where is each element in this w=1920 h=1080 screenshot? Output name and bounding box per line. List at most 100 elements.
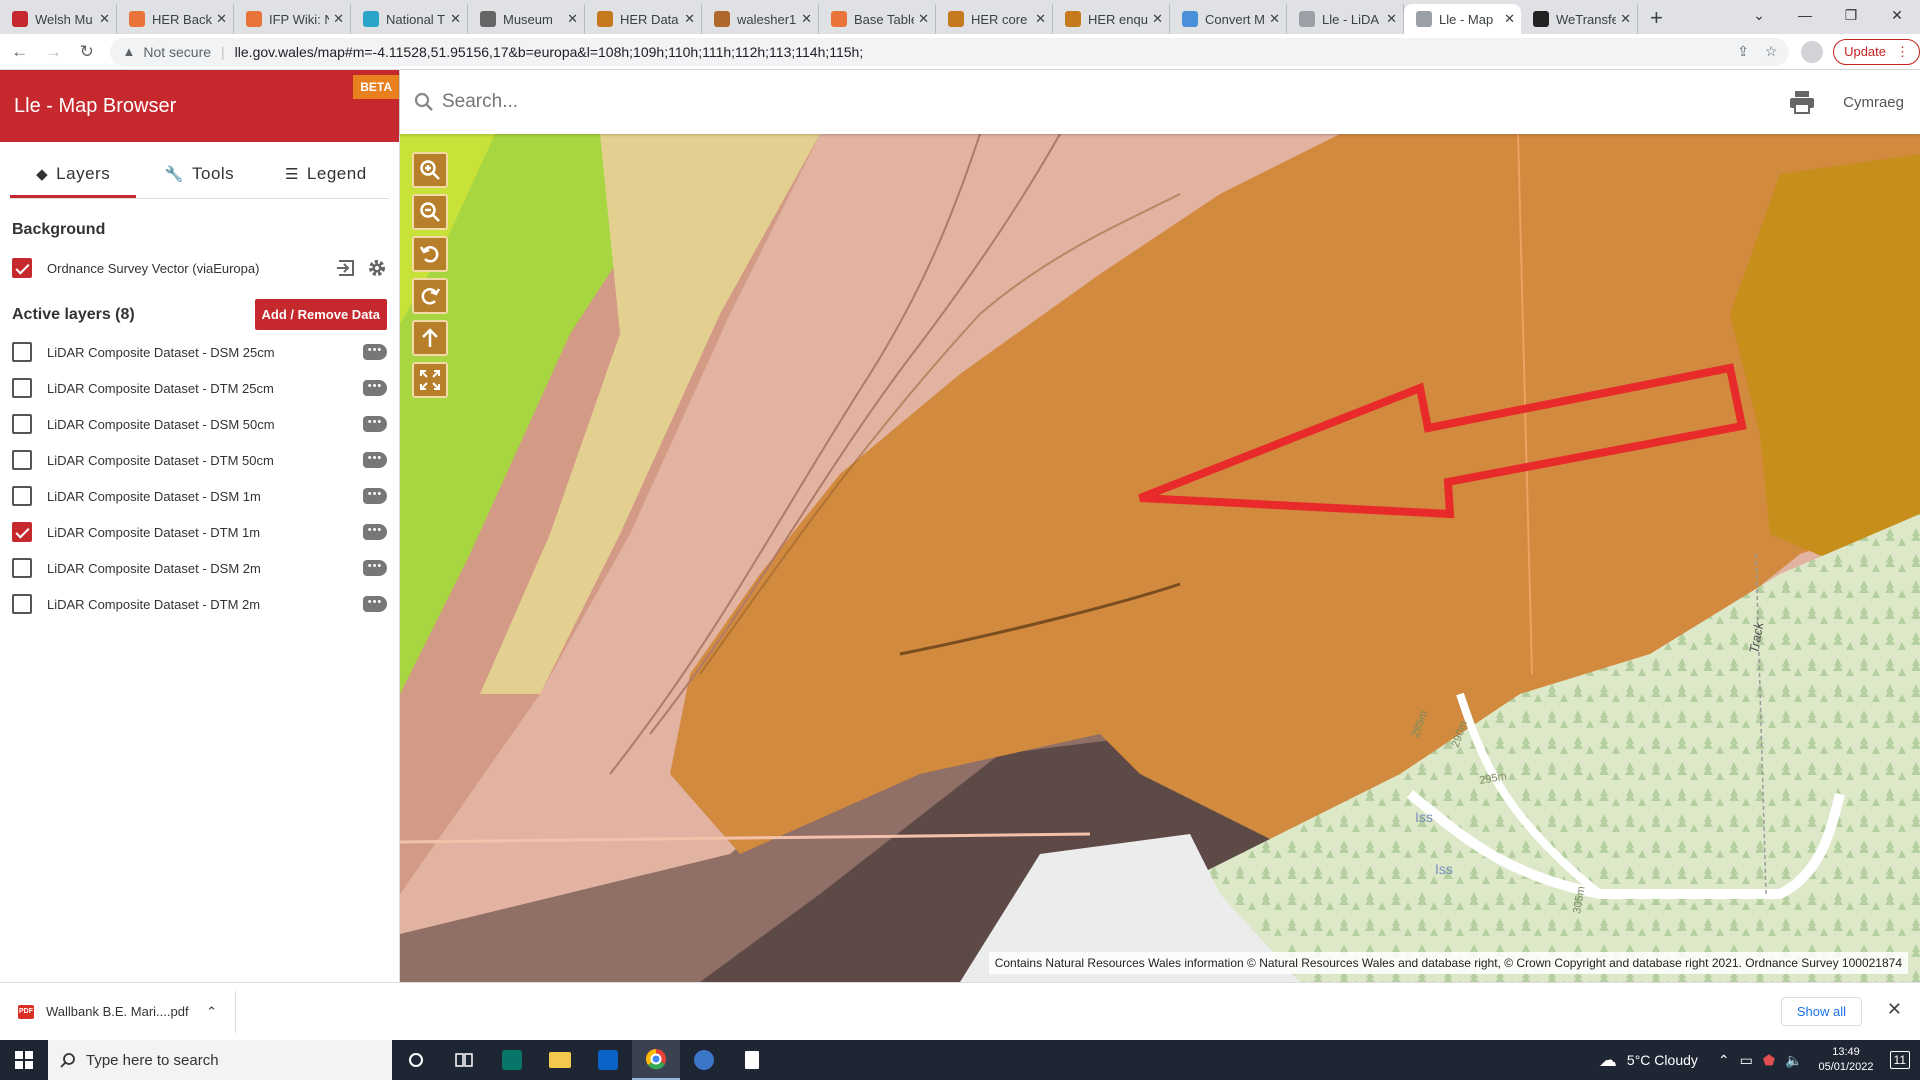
printer-icon[interactable] (1789, 90, 1815, 114)
browser-tab[interactable]: HER enqu ✕ (1053, 4, 1170, 34)
minimize-button[interactable]: — (1782, 0, 1828, 30)
close-download-bar-icon[interactable]: ✕ (1887, 999, 1902, 1020)
tab-title: HER core (971, 11, 1028, 27)
url-text[interactable]: lle.gov.wales/map#m=-4.11528,51.95156,17… (235, 44, 1722, 60)
rotate-right-icon[interactable] (412, 278, 448, 314)
zoom-in-icon[interactable] (412, 152, 448, 188)
browser-tab[interactable]: IFP Wiki: N ✕ (234, 4, 351, 34)
tab-tools[interactable]: 🔧 Tools (136, 154, 262, 198)
windows-start-icon[interactable] (0, 1051, 48, 1069)
forward-button[interactable]: → (39, 42, 66, 62)
browser-tab[interactable]: National T ✕ (351, 4, 468, 34)
chevron-up-icon[interactable]: ⌃ (1718, 1052, 1730, 1069)
layer-checkbox[interactable] (12, 414, 32, 434)
favicon-icon (480, 11, 496, 27)
task-view-icon[interactable] (440, 1040, 488, 1080)
close-tab-icon[interactable]: ✕ (450, 11, 461, 27)
shield-icon[interactable]: ⬟ (1763, 1052, 1775, 1069)
zoom-out-icon[interactable] (412, 194, 448, 230)
language-toggle[interactable]: Cymraeg (1843, 94, 1904, 111)
browser-tab[interactable]: WeTransfe ✕ (1521, 4, 1638, 34)
background-layer-checkbox[interactable] (12, 258, 32, 278)
profile-avatar[interactable] (1801, 40, 1824, 63)
close-tab-icon[interactable]: ✕ (216, 11, 227, 27)
layer-options-icon[interactable]: ••• (363, 380, 387, 396)
layer-checkbox[interactable] (12, 522, 32, 542)
browser-tab[interactable]: walesher1 ✕ (702, 4, 819, 34)
outlook-app-icon[interactable] (584, 1040, 632, 1080)
browser-tab[interactable]: HER core ✕ (936, 4, 1053, 34)
layer-checkbox[interactable] (12, 450, 32, 470)
close-window-button[interactable]: ✕ (1874, 0, 1920, 30)
close-tab-icon[interactable]: ✕ (99, 11, 110, 27)
browser-tab[interactable]: Welsh Mu ✕ (0, 4, 117, 34)
maximize-button[interactable]: ❐ (1828, 0, 1874, 30)
browser-tab[interactable]: Museum ✕ (468, 4, 585, 34)
weather-text[interactable]: 5°C Cloudy (1627, 1052, 1698, 1068)
tab-layers[interactable]: ◆ Layers (10, 154, 137, 198)
speaker-icon[interactable]: 🔈 (1785, 1052, 1802, 1069)
close-tab-icon[interactable]: ✕ (1504, 11, 1515, 27)
close-tab-icon[interactable]: ✕ (918, 11, 929, 27)
layer-options-icon[interactable]: ••• (363, 452, 387, 468)
reload-button[interactable]: ↻ (73, 42, 100, 62)
browser-tab[interactable]: Lle - Map ✕ (1404, 4, 1521, 34)
chrome-app-icon[interactable] (632, 1040, 680, 1080)
map-search-input[interactable] (442, 91, 1790, 113)
edge-app-icon[interactable] (680, 1040, 728, 1080)
download-bar: PDF Wallbank B.E. Mari....pdf ⌃ Show all… (0, 982, 1920, 1040)
tab-search-icon[interactable]: ⌄ (1736, 0, 1782, 30)
publisher-app-icon[interactable] (488, 1040, 536, 1080)
layer-options-icon[interactable]: ••• (363, 560, 387, 576)
show-all-button[interactable]: Show all (1780, 997, 1862, 1026)
network-icon[interactable]: ▭ (1740, 1052, 1753, 1069)
download-item[interactable]: PDF Wallbank B.E. Mari....pdf ⌃ (0, 990, 236, 1033)
close-tab-icon[interactable]: ✕ (684, 11, 695, 27)
browser-tab[interactable]: HER Back ✕ (117, 4, 234, 34)
fullscreen-icon[interactable] (412, 362, 448, 398)
document-app-icon[interactable] (728, 1040, 776, 1080)
close-tab-icon[interactable]: ✕ (567, 11, 578, 27)
taskbar-search-box[interactable]: Type here to search (48, 1040, 392, 1080)
file-explorer-icon[interactable] (536, 1040, 584, 1080)
tab-legend[interactable]: ☰ Legend (263, 154, 389, 198)
map-canvas[interactable]: Track 285m 290m 295m 305m Iss Iss Contai… (400, 134, 1920, 982)
bookmark-star-icon[interactable]: ☆ (1765, 43, 1778, 60)
close-tab-icon[interactable]: ✕ (1620, 11, 1631, 27)
chevron-up-icon[interactable]: ⌃ (206, 1004, 217, 1020)
omnibox[interactable]: ▲ Not secure | lle.gov.wales/map#m=-4.11… (110, 37, 1790, 66)
new-tab-button[interactable]: + (1638, 4, 1675, 34)
layer-options-icon[interactable]: ••• (363, 524, 387, 540)
browser-tab[interactable]: HER Data ✕ (585, 4, 702, 34)
add-remove-data-button[interactable]: Add / Remove Data (254, 299, 387, 330)
close-tab-icon[interactable]: ✕ (1152, 11, 1163, 27)
layer-checkbox[interactable] (12, 378, 32, 398)
layer-checkbox[interactable] (12, 558, 32, 578)
share-icon[interactable]: ⇪ (1737, 43, 1749, 60)
close-tab-icon[interactable]: ✕ (801, 11, 812, 27)
clock[interactable]: 13:49 05/01/2022 (1818, 1045, 1873, 1075)
back-button[interactable]: ← (6, 42, 33, 62)
import-icon[interactable] (337, 259, 357, 277)
gear-icon[interactable] (367, 258, 387, 278)
layer-checkbox[interactable] (12, 486, 32, 506)
close-tab-icon[interactable]: ✕ (1269, 11, 1280, 27)
north-arrow-icon[interactable] (412, 320, 448, 356)
close-tab-icon[interactable]: ✕ (1386, 11, 1397, 27)
update-button[interactable]: Update ⋮ (1833, 38, 1920, 65)
close-tab-icon[interactable]: ✕ (333, 11, 344, 27)
notification-icon[interactable]: 11 (1889, 1051, 1910, 1069)
layer-options-icon[interactable]: ••• (363, 344, 387, 360)
rotate-left-icon[interactable] (412, 236, 448, 272)
layer-options-icon[interactable]: ••• (363, 416, 387, 432)
layer-checkbox[interactable] (12, 594, 32, 614)
browser-tab[interactable]: Convert M ✕ (1170, 4, 1287, 34)
browser-tab[interactable]: Base Table ✕ (819, 4, 936, 34)
layer-checkbox[interactable] (12, 342, 32, 362)
background-layer-label: Ordnance Survey Vector (viaEuropa) (47, 260, 260, 276)
cortana-icon[interactable] (392, 1040, 440, 1080)
browser-tab[interactable]: Lle - LiDA ✕ (1287, 4, 1404, 34)
layer-options-icon[interactable]: ••• (363, 596, 387, 612)
close-tab-icon[interactable]: ✕ (1035, 11, 1046, 27)
layer-options-icon[interactable]: ••• (363, 488, 387, 504)
